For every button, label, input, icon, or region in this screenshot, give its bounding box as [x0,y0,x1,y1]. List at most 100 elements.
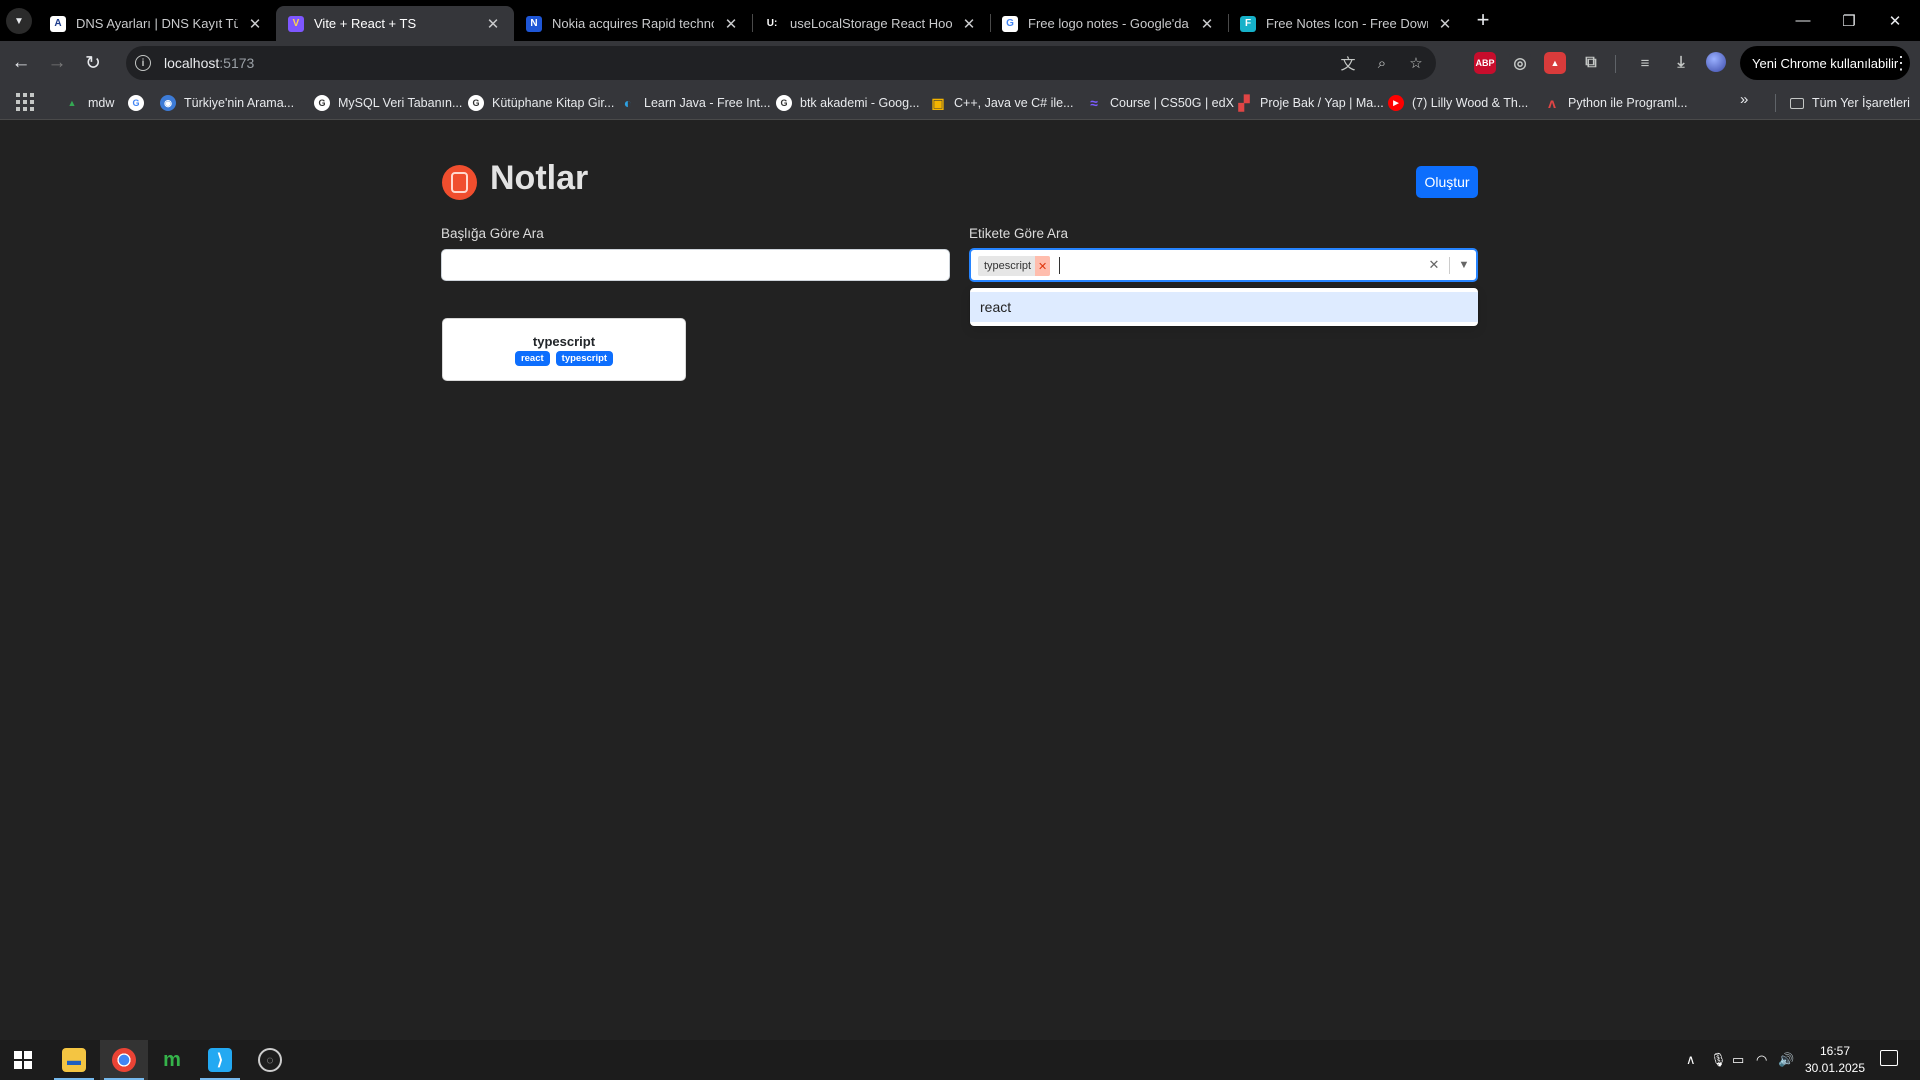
chrome-icon: ◉ [112,1048,136,1072]
tab-nokia[interactable]: N Nokia acquires Rapid technology ✕ [514,6,752,41]
toolbar-separator [1615,55,1616,73]
tray-overflow-icon[interactable]: ∧ [1686,1040,1696,1080]
extension-red-icon[interactable]: ▲ [1544,52,1566,74]
translate-icon[interactable]: 文 [1338,53,1358,73]
tab-favicon-icon: F [1240,15,1256,32]
back-button[interactable]: ← [6,48,36,78]
obs-icon: ◌ [258,1048,282,1072]
bookmarks-bar: ▲ mdw G ◉ Türkiye'nin Arama... G MySQL Veri… [0,85,1920,120]
note-tag-badge: react [514,350,550,366]
forward-button[interactable]: → [42,48,72,78]
start-button[interactable] [14,1051,32,1069]
tab-close-icon[interactable]: ✕ [722,15,740,33]
media-controls-icon[interactable]: ≡ [1634,52,1656,74]
tag-dropdown-menu: react [970,288,1478,326]
extension-target-icon[interactable]: ◎ [1509,52,1531,74]
create-button[interactable]: Oluştur [1416,166,1478,198]
wifi-icon[interactable]: ◠ [1756,1040,1767,1080]
extensions-puzzle-icon[interactable]: ⧉ [1580,52,1602,74]
tab-favicon-icon: V [288,15,304,32]
tab-uselocalstorage[interactable]: U: useLocalStorage React Hook – u ✕ [752,6,990,41]
zoom-icon[interactable]: ⌕ [1372,53,1392,73]
notifications-icon[interactable] [1880,1050,1898,1066]
bookmark-mdw[interactable]: ▲ mdw [64,92,115,114]
bookmark-globe-icon: ◉ [160,95,176,111]
apps-grid-icon[interactable] [16,93,34,111]
tag-search-label: Etikete Göre Ara [969,226,1069,241]
minimize-icon[interactable]: — [1780,0,1826,41]
bookmark-turkiye-arama[interactable]: ◉ Türkiye'nin Arama... [160,92,294,114]
bookmark-cs50g[interactable]: ≈ Course | CS50G | edX [1086,92,1234,114]
file-explorer-icon: ▬ [62,1048,86,1072]
volume-icon[interactable]: 🔊 [1778,1040,1794,1080]
tab-search-icon[interactable]: ▼ [6,8,32,34]
microphone-icon[interactable]: 🎙 [1710,1040,1727,1080]
selected-tag-label: typescript [984,260,1032,272]
bookmark-google[interactable]: G [128,92,152,114]
taskbar-file-explorer[interactable]: ▬ [50,1040,98,1080]
taskbar-chrome[interactable]: ◉ [100,1040,148,1080]
url-text[interactable]: localhost:5173 [164,55,254,71]
taskbar-vscode[interactable]: ⟩ [196,1040,244,1080]
tab-title: Free Notes Icon - Free Download [1266,16,1428,31]
tab-close-icon[interactable]: ✕ [1436,15,1454,33]
bookmark-proje-icon: ▞ [1238,94,1250,111]
bookmark-mysql[interactable]: G MySQL Veri Tabanın... [314,92,462,114]
tag-multiselect[interactable]: typescript ✕ ✕ ▼ [969,248,1478,282]
bookmark-btk-akademi[interactable]: Gbtk akademi - Goog... [776,92,920,114]
bookmark-cpp-java-csharp[interactable]: ▣ C++, Java ve C# ile... [930,92,1073,114]
downloads-icon[interactable]: ⤓ [1670,52,1692,74]
tab-close-icon[interactable]: ✕ [484,15,502,33]
address-bar[interactable]: i localhost:5173 文 ⌕ ☆ [126,46,1436,80]
chrome-update-chip[interactable]: Yeni Chrome kullanılabilir [1740,46,1911,80]
bookmarks-overflow-icon[interactable]: » [1740,91,1748,108]
profile-avatar[interactable] [1706,52,1726,72]
tab-title: Vite + React + TS [314,16,417,31]
tab-title: Free logo notes - Google'da Ara [1028,16,1190,31]
tab-close-icon[interactable]: ✕ [960,15,978,33]
reload-button[interactable]: ↻ [78,48,108,78]
bookmark-python[interactable]: ʌ Python ile Programl... [1544,92,1687,114]
restore-icon[interactable]: ❐ [1826,0,1872,41]
chrome-menu-icon[interactable]: ⋮ [1888,48,1914,78]
tab-close-icon[interactable]: ✕ [246,15,264,33]
adblock-plus-icon[interactable]: ABP [1474,52,1496,74]
note-card[interactable]: typescript react typescript [442,318,686,381]
window-close-icon[interactable]: ✕ [1872,0,1918,41]
tab-google-logo-notes[interactable]: G Free logo notes - Google'da Ara ✕ [990,6,1228,41]
clear-selection-icon[interactable]: ✕ [1422,250,1446,280]
page-title: Notlar [490,159,589,197]
system-clock[interactable]: 16:57 30.01.2025 [1800,1043,1870,1077]
browser-tab-strip: ▼ A DNS Ayarları | DNS Kayıt Türleri ✕ V… [0,0,1920,41]
chevron-down-icon[interactable]: ▼ [1453,250,1475,280]
tag-option[interactable]: react [970,292,1478,322]
all-bookmarks-folder[interactable]: Tüm Yer İşaretleri [1790,92,1910,114]
tab-close-icon[interactable]: ✕ [1198,15,1216,33]
tab-vite-active[interactable]: V Vite + React + TS ✕ [276,6,514,41]
site-info-icon[interactable]: i [126,46,160,80]
bookmark-google-icon: G [468,95,484,111]
bookmark-star-icon[interactable]: ☆ [1406,53,1426,73]
tab-title: DNS Ayarları | DNS Kayıt Türleri [76,16,238,31]
new-tab-button[interactable]: + [1470,8,1496,34]
bookmark-proje-bak[interactable]: ▞ Proje Bak / Yap | Ma... [1236,92,1384,114]
clock-time: 16:57 [1819,1044,1851,1058]
remove-tag-icon[interactable]: ✕ [1035,256,1051,276]
clock-date: 30.01.2025 [1804,1061,1866,1075]
title-search-input[interactable] [441,249,950,281]
bookmark-drive-icon: ▲ [67,98,77,108]
bookmark-python-icon: ʌ [1548,95,1556,111]
bookmark-kutuphane[interactable]: G Kütüphane Kitap Gir... [468,92,614,114]
bookmark-google-icon: G [776,95,792,111]
taskbar-obs[interactable]: ◌ [246,1040,294,1080]
browser-toolbar: ← → ↻ i localhost:5173 文 ⌕ ☆ ABP ◎ ▲ ⧉ ≡… [0,41,1920,85]
battery-icon[interactable]: ▭ [1732,1040,1744,1080]
tab-free-notes-icon[interactable]: F Free Notes Icon - Free Download ✕ [1228,6,1466,41]
folder-icon [1790,97,1804,109]
taskbar-m-app[interactable]: m [148,1040,196,1080]
bookmark-learn-java[interactable]: ◐ Learn Java - Free Int... [620,92,771,114]
bookmark-youtube-lilly-wood[interactable]: ▶ (7) Lilly Wood & Th... [1388,92,1528,114]
notes-logo-icon [442,165,477,200]
tab-favicon-icon: U: [764,15,780,32]
tab-dns[interactable]: A DNS Ayarları | DNS Kayıt Türleri ✕ [38,6,276,41]
